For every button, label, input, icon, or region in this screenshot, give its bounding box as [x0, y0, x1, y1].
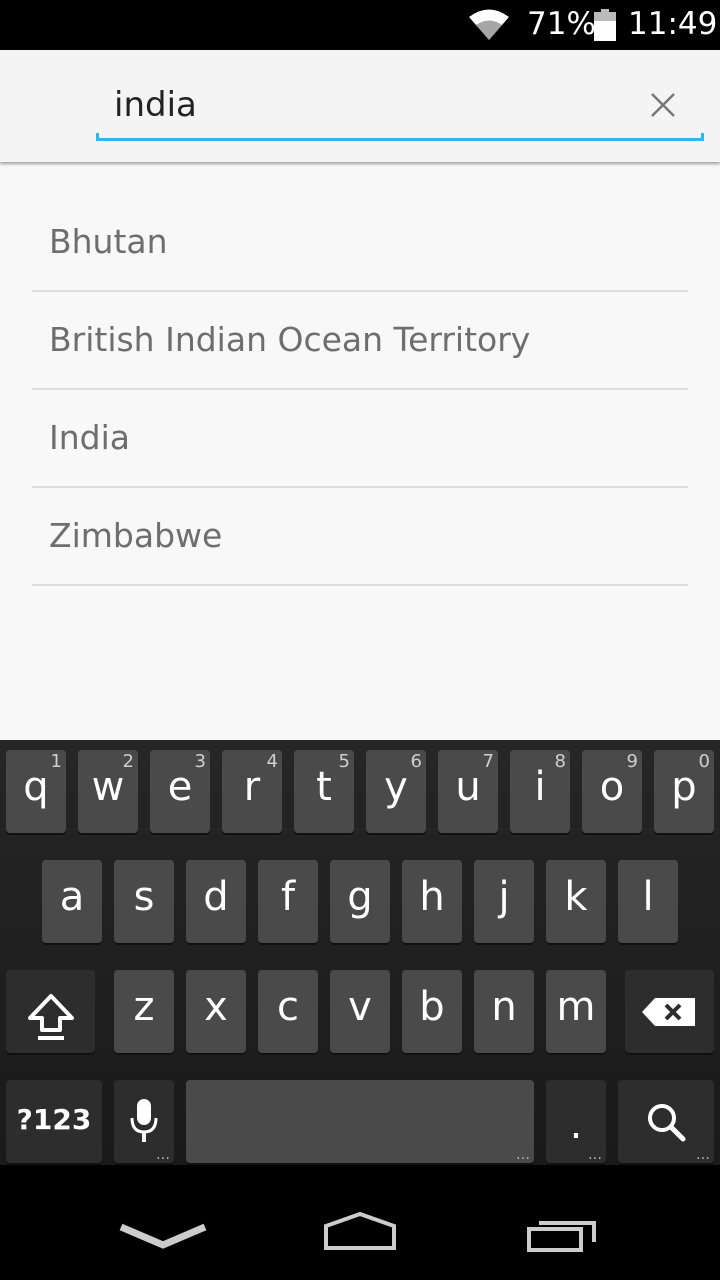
key-v[interactable]: v — [330, 970, 390, 1053]
more-indicator: … — [588, 1147, 602, 1163]
list-item-label: Zimbabwe — [49, 516, 223, 555]
key-label: b — [419, 984, 445, 1030]
key-q[interactable]: 1q — [6, 750, 66, 833]
key-w[interactable]: 2w — [78, 750, 138, 833]
recent-apps-icon[interactable] — [526, 1215, 598, 1253]
key-label: f — [280, 874, 296, 920]
key-g[interactable]: g — [330, 860, 390, 943]
back-icon[interactable] — [118, 1223, 208, 1257]
clock: 11:49 — [628, 6, 718, 42]
search-underline — [96, 133, 704, 141]
battery-icon — [594, 9, 616, 41]
search-bar — [0, 50, 720, 162]
key-label: z — [133, 984, 155, 1030]
shift-icon — [28, 994, 74, 1040]
wifi-icon — [469, 9, 509, 40]
soft-keyboard: 1q 2w 3e 4r 5t 6y 7u 8i 9o 0p a s d f g … — [0, 740, 720, 1165]
list-item-bhutan[interactable]: Bhutan — [32, 194, 688, 292]
key-label: c — [277, 984, 299, 1030]
key-label: j — [498, 874, 510, 920]
key-a[interactable]: a — [42, 860, 102, 943]
key-label: y — [384, 764, 408, 810]
key-label: i — [534, 764, 546, 810]
key-r[interactable]: 4r — [222, 750, 282, 833]
key-d[interactable]: d — [186, 860, 246, 943]
navigation-bar — [0, 1165, 720, 1280]
key-label: a — [59, 874, 85, 920]
key-label: e — [167, 764, 193, 810]
key-e[interactable]: 3e — [150, 750, 210, 833]
key-s[interactable]: s — [114, 860, 174, 943]
key-f[interactable]: f — [258, 860, 318, 943]
microphone-icon — [130, 1099, 158, 1142]
backspace-icon — [642, 998, 695, 1026]
key-b[interactable]: b — [402, 970, 462, 1053]
key-y[interactable]: 6y — [366, 750, 426, 833]
key-label: x — [204, 984, 228, 1030]
key-h[interactable]: h — [402, 860, 462, 943]
key-label: o — [599, 764, 625, 810]
key-label: w — [91, 764, 125, 810]
list-item-zimbabwe[interactable]: Zimbabwe — [32, 488, 688, 586]
battery-percent: 71% — [527, 6, 596, 42]
list-item-label: India — [49, 418, 130, 457]
key-label: r — [243, 764, 261, 810]
key-label: k — [564, 874, 588, 920]
more-indicator: … — [696, 1147, 710, 1163]
key-label: v — [348, 984, 372, 1030]
key-u[interactable]: 7u — [438, 750, 498, 833]
more-indicator: … — [516, 1147, 530, 1163]
home-icon[interactable] — [322, 1211, 398, 1251]
key-label: q — [23, 764, 49, 810]
search-key[interactable]: … — [618, 1080, 714, 1163]
list-item-label: Bhutan — [49, 222, 168, 261]
shift-key[interactable] — [6, 970, 95, 1053]
key-label: n — [491, 984, 517, 1030]
key-n[interactable]: n — [474, 970, 534, 1053]
search-icon — [648, 1104, 686, 1142]
key-label: . — [569, 1102, 583, 1148]
key-z[interactable]: z — [114, 970, 174, 1053]
key-p[interactable]: 0p — [654, 750, 714, 833]
period-key[interactable]: . … — [546, 1080, 606, 1163]
key-l[interactable]: l — [618, 860, 678, 943]
key-label: d — [203, 874, 229, 920]
key-t[interactable]: 5t — [294, 750, 354, 833]
key-label: u — [455, 764, 481, 810]
key-i[interactable]: 8i — [510, 750, 570, 833]
backspace-key[interactable] — [625, 970, 714, 1053]
key-j[interactable]: j — [474, 860, 534, 943]
key-label: l — [642, 874, 654, 920]
key-label: s — [133, 874, 155, 920]
key-label: ?123 — [16, 1103, 92, 1136]
key-x[interactable]: x — [186, 970, 246, 1053]
key-m[interactable]: m — [546, 970, 606, 1053]
key-label: m — [556, 984, 596, 1030]
space-key[interactable]: … — [186, 1080, 534, 1163]
list-item-british-indian-ocean-territory[interactable]: British Indian Ocean Territory — [32, 292, 688, 390]
key-label: t — [316, 764, 332, 810]
symbols-key[interactable]: ?123 — [6, 1080, 102, 1163]
key-o[interactable]: 9o — [582, 750, 642, 833]
key-label: h — [419, 874, 445, 920]
list-item-label: British Indian Ocean Territory — [49, 320, 531, 359]
results-list: Bhutan British Indian Ocean Territory In… — [0, 162, 720, 740]
more-indicator: … — [156, 1147, 170, 1163]
key-label: g — [347, 874, 373, 920]
key-c[interactable]: c — [258, 970, 318, 1053]
close-icon[interactable] — [648, 90, 678, 120]
key-k[interactable]: k — [546, 860, 606, 943]
key-label: p — [671, 764, 697, 810]
voice-input-key[interactable]: … — [114, 1080, 174, 1163]
list-item-india[interactable]: India — [32, 390, 688, 488]
status-bar: 71% 11:49 — [0, 0, 720, 50]
search-input[interactable] — [96, 80, 636, 130]
